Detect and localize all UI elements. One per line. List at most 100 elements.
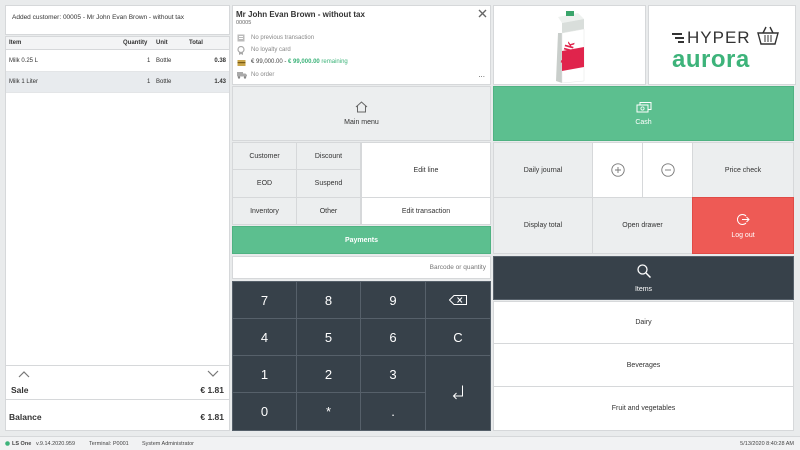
plus-icon	[610, 163, 625, 177]
loyalty-icon	[237, 46, 245, 55]
home-icon	[355, 101, 368, 113]
main-menu-button[interactable]: Main menu	[232, 86, 491, 141]
datetime: 5/13/2020 8:40:28 AM	[740, 441, 794, 447]
transaction-icon	[237, 34, 245, 42]
app-logo-icon	[5, 441, 10, 446]
daily-journal-button[interactable]: Daily journal	[493, 142, 593, 198]
open-drawer-button[interactable]: Open drawer	[592, 197, 693, 254]
search-icon	[636, 263, 651, 278]
line-item: Milk 1 Liter	[9, 79, 39, 85]
receipt-panel: Item Quantity Unit Total Milk 0.25 L 1 B…	[5, 36, 230, 431]
log-out-button[interactable]: Log out	[692, 197, 794, 254]
key-8[interactable]: 8	[296, 281, 361, 319]
key-6[interactable]: 6	[360, 318, 426, 356]
credit-remaining-word: remaining	[321, 59, 348, 65]
line-total: 1.43	[214, 79, 226, 85]
line-unit: Bottle	[156, 79, 172, 85]
edit-line-button[interactable]: Edit line	[361, 142, 491, 198]
category-fruit-vegetables[interactable]: Fruit and vegetables	[493, 386, 794, 431]
cash-icon	[636, 101, 652, 113]
customer-button[interactable]: Customer	[232, 142, 297, 170]
category-dairy[interactable]: Dairy	[493, 301, 794, 344]
key-3[interactable]: 3	[360, 355, 426, 393]
suspend-button[interactable]: Suspend	[296, 169, 361, 198]
line-unit: Bottle	[156, 58, 172, 64]
items-button[interactable]: Items	[493, 256, 794, 300]
line-total: 0.38	[214, 58, 226, 64]
basket-icon	[757, 26, 779, 46]
credit-line: € 99,000.00 - € 99,000.00 remaining	[251, 59, 348, 65]
scroll-controls	[6, 365, 229, 383]
credit-limit: € 99,000.00 -	[251, 59, 287, 65]
backspace-key[interactable]	[425, 281, 491, 319]
truck-icon	[237, 71, 247, 79]
customer-id: 00005	[236, 20, 252, 26]
log-out-label: Log out	[731, 231, 755, 239]
terminal-id: Terminal: P0001	[89, 441, 129, 447]
user-name: System Administrator	[142, 441, 194, 447]
qty-plus-button[interactable]	[592, 142, 643, 198]
key-star[interactable]: *	[296, 392, 361, 431]
receipt-line[interactable]: Milk 1 Liter 1 Bottle 1.43	[6, 72, 229, 93]
customer-message-box: Added customer: 00005 - Mr John Evan Bro…	[5, 5, 230, 35]
scroll-up-icon[interactable]	[18, 370, 30, 378]
sale-row: Sale € 1.81	[6, 383, 229, 399]
status-bar: LS One v.9.14.2020.959 Terminal: P0001 S…	[0, 436, 800, 450]
key-4[interactable]: 4	[232, 318, 297, 356]
key-5[interactable]: 5	[296, 318, 361, 356]
credit-icon	[237, 59, 246, 67]
balance-row: Balance € 1.81	[6, 399, 229, 431]
balance-value: € 1.81	[200, 412, 224, 422]
category-beverages[interactable]: Beverages	[493, 343, 794, 387]
product-image-panel: Milk	[493, 5, 646, 85]
app-version: v.9.14.2020.959	[36, 441, 76, 447]
main-menu-label: Main menu	[344, 119, 379, 126]
key-7[interactable]: 7	[232, 281, 297, 319]
backspace-icon	[449, 295, 467, 305]
header-item: Item	[9, 40, 22, 46]
sale-value: € 1.81	[200, 385, 224, 395]
logo-hyper: HYPER	[687, 28, 751, 47]
logo-aurora: aurora	[672, 46, 750, 73]
key-9[interactable]: 9	[360, 281, 426, 319]
cash-button[interactable]: Cash	[493, 86, 794, 141]
header-total: Total	[189, 40, 203, 46]
previous-transaction: No previous transaction	[251, 35, 315, 41]
balance-label: Balance	[9, 412, 42, 422]
credit-remaining-amount: € 99,000.00	[288, 59, 320, 65]
more-options[interactable]: ...	[478, 71, 485, 79]
header-quantity: Quantity	[123, 40, 148, 46]
enter-key[interactable]	[425, 355, 491, 431]
eod-button[interactable]: EOD	[232, 169, 297, 198]
edit-transaction-button[interactable]: Edit transaction	[361, 197, 491, 225]
other-button[interactable]: Other	[296, 197, 361, 225]
key-dot[interactable]: .	[360, 392, 426, 431]
customer-message: Added customer: 00005 - Mr John Evan Bro…	[12, 14, 184, 21]
customer-info-panel: Mr John Evan Brown - without tax 00005 N…	[232, 5, 491, 85]
display-total-button[interactable]: Display total	[493, 197, 593, 254]
receipt-header: Item Quantity Unit Total	[6, 37, 229, 50]
sale-label: Sale	[11, 385, 29, 395]
line-item: Milk 0.25 L	[9, 58, 39, 64]
key-1[interactable]: 1	[232, 355, 297, 393]
price-check-button[interactable]: Price check	[692, 142, 794, 198]
key-0[interactable]: 0	[232, 392, 297, 431]
key-2[interactable]: 2	[296, 355, 361, 393]
items-label: Items	[634, 285, 653, 293]
logo-panel: HYPER aurora	[648, 5, 796, 85]
enter-icon	[452, 385, 464, 401]
inventory-button[interactable]: Inventory	[232, 197, 297, 225]
customer-name: Mr John Evan Brown - without tax	[236, 10, 365, 19]
discount-button[interactable]: Discount	[296, 142, 361, 170]
scroll-down-icon[interactable]	[207, 370, 219, 378]
barcode-input[interactable]	[232, 256, 491, 279]
clear-key[interactable]: C	[425, 318, 491, 356]
header-unit: Unit	[156, 40, 168, 46]
qty-minus-button[interactable]	[642, 142, 693, 198]
receipt-line[interactable]: Milk 0.25 L 1 Bottle 0.38	[6, 51, 229, 72]
line-quantity: 1	[147, 58, 151, 64]
loyalty-card: No loyalty card	[251, 47, 291, 53]
close-icon[interactable]	[478, 9, 487, 18]
payments-button[interactable]: Payments	[232, 226, 491, 254]
order-status: No order	[251, 72, 275, 78]
